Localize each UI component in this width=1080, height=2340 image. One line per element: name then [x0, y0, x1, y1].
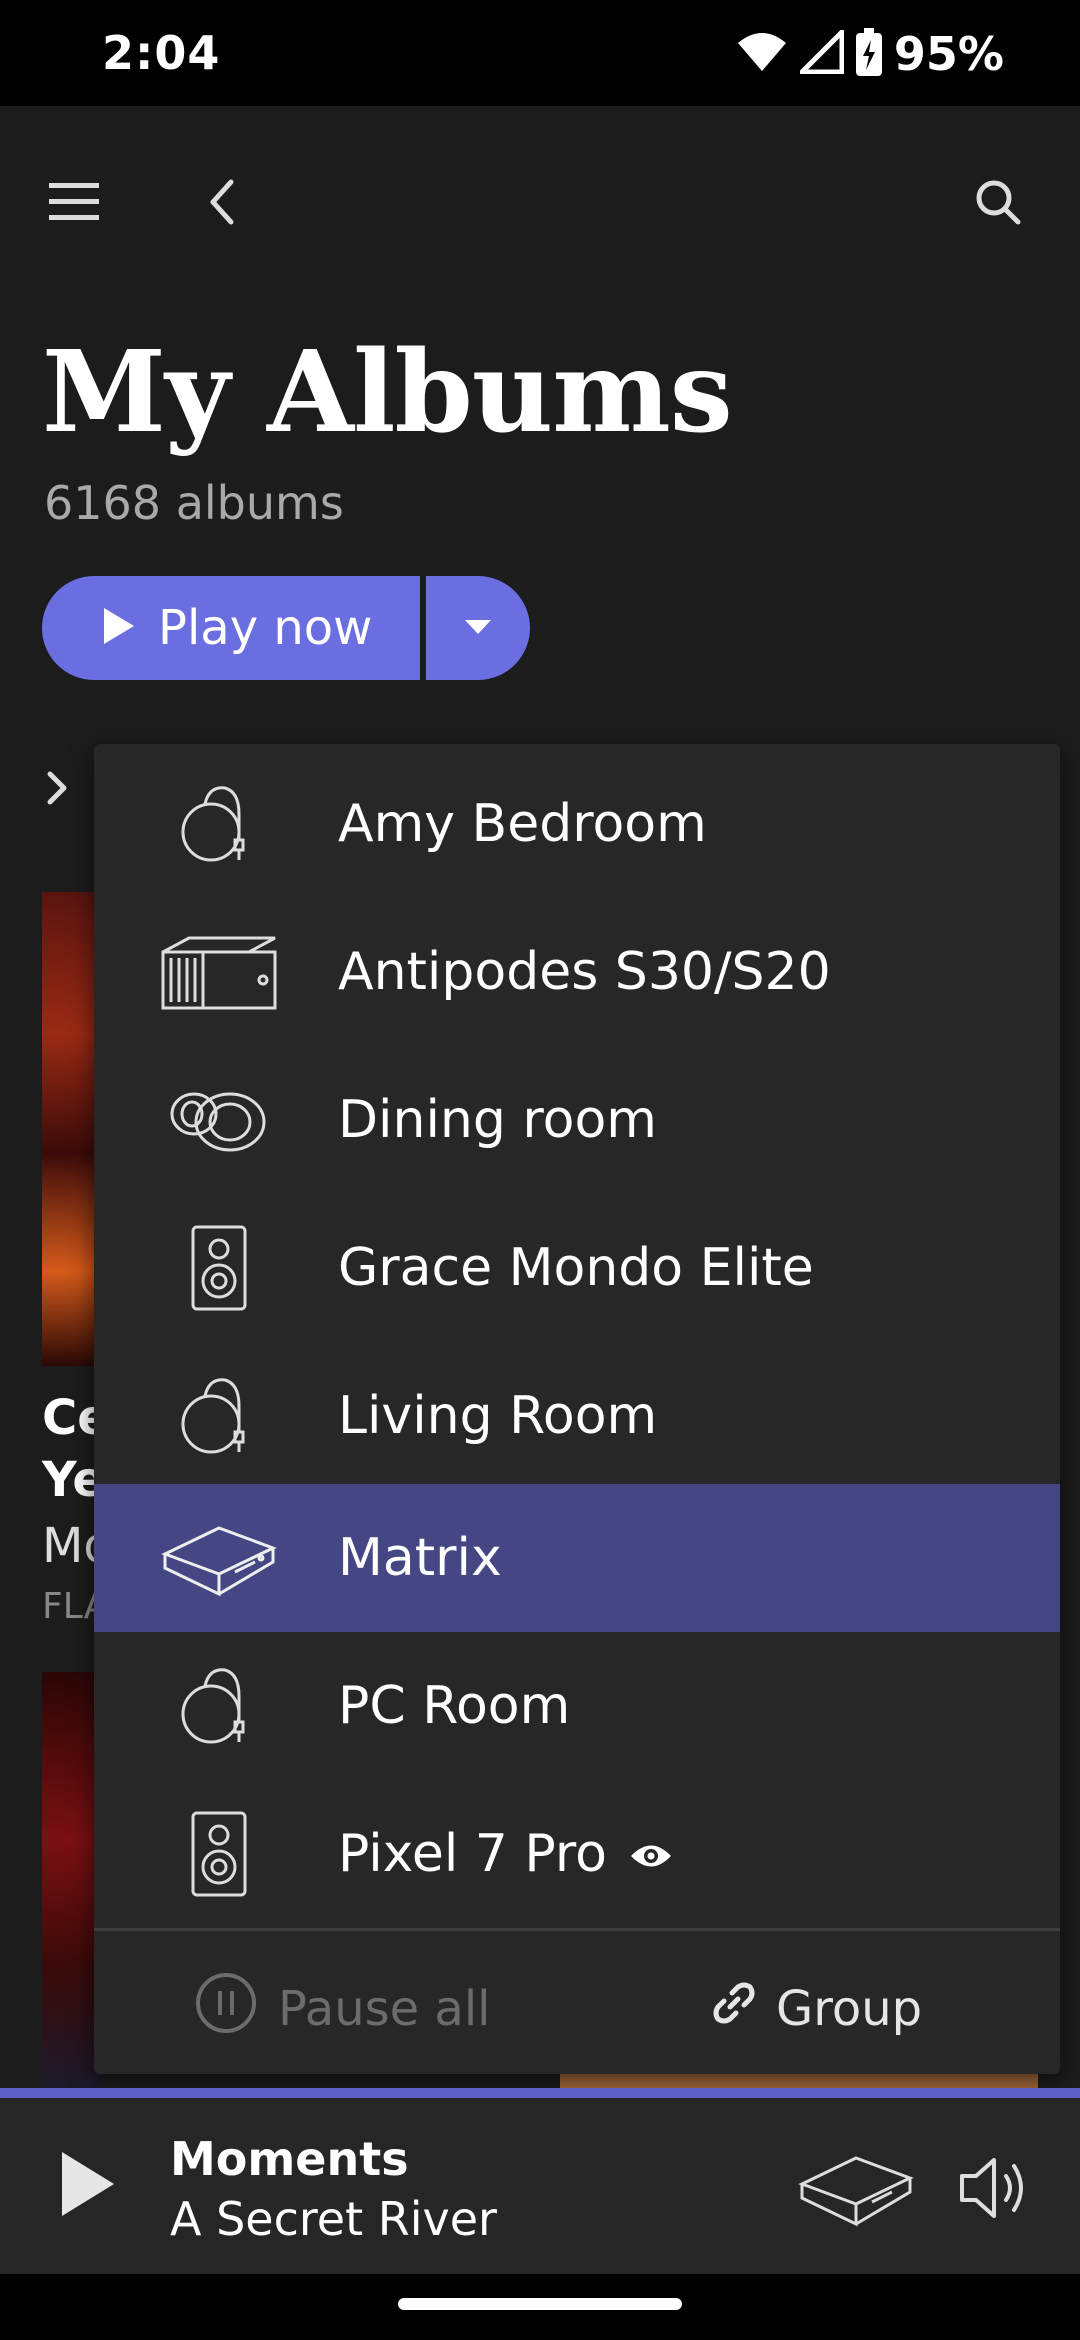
link-icon: [710, 1979, 758, 2039]
zone-label: Dining room: [338, 1090, 657, 1150]
status-icons: 95%: [736, 26, 1004, 82]
zone-label: PC Room: [338, 1676, 571, 1736]
group-label: Group: [776, 1981, 923, 2037]
track-title: Moments: [170, 2132, 409, 2186]
top-toolbar: [0, 106, 1080, 276]
album-count: 6168 albums: [44, 476, 344, 530]
battery-charging-icon: [855, 28, 882, 80]
play-icon[interactable]: [48, 2142, 124, 2230]
zone-label: Amy Bedroom: [338, 794, 707, 854]
status-time: 2:04: [102, 26, 221, 80]
play-now-button[interactable]: Play now: [42, 576, 420, 680]
zone-item-pc-room[interactable]: PC Room: [94, 1632, 1060, 1780]
bookshelf-speaker-icon: [156, 1804, 282, 1904]
pause-circle-icon: [194, 1971, 258, 2047]
album-cover[interactable]: [42, 1672, 102, 2092]
status-bar: 2:04 95%: [0, 0, 1080, 106]
now-playing-bar[interactable]: Moments A Secret River: [0, 2098, 1080, 2274]
battery-percentage: 95%: [893, 27, 1004, 81]
play-options-dropdown-button[interactable]: [426, 576, 530, 680]
oval-speaker-icon: [156, 1070, 282, 1170]
playback-progress-bar[interactable]: [0, 2088, 1080, 2098]
group-button[interactable]: Group: [710, 1964, 922, 2054]
round-speaker-icon: [156, 774, 282, 874]
streamer-device-icon: [156, 1508, 282, 1608]
zone-label: Antipodes S30/S20: [338, 942, 831, 1002]
wifi-icon: [736, 31, 788, 77]
round-speaker-icon: [156, 1366, 282, 1466]
search-icon[interactable]: [970, 166, 1026, 238]
zone-item-matrix[interactable]: Matrix: [94, 1484, 1060, 1632]
zone-item-amy-bedroom[interactable]: Amy Bedroom: [94, 750, 1060, 898]
round-speaker-icon: [156, 1656, 282, 1756]
menu-divider: [94, 1928, 1060, 1931]
pause-all-button[interactable]: Pause all: [194, 1964, 491, 2054]
zone-item-dining-room[interactable]: Dining room: [94, 1046, 1060, 1194]
zone-label: Pixel 7 Pro: [338, 1824, 673, 1884]
server-box-icon: [156, 922, 282, 1022]
chevron-right-icon[interactable]: [46, 770, 70, 810]
album-cover[interactable]: [42, 892, 102, 1366]
pause-all-label: Pause all: [278, 1981, 491, 2037]
bookshelf-speaker-icon: [156, 1218, 282, 1318]
play-now-label: Play now: [158, 600, 373, 656]
zone-item-grace-mondo-elite[interactable]: Grace Mondo Elite: [94, 1194, 1060, 1342]
play-icon: [102, 606, 136, 650]
hamburger-menu-icon[interactable]: [44, 166, 104, 238]
zone-item-pixel-7-pro[interactable]: Pixel 7 Pro: [94, 1780, 1060, 1928]
signal-icon: [799, 29, 845, 78]
caret-down-icon: [465, 619, 491, 638]
track-artist: A Secret River: [170, 2192, 497, 2246]
gesture-nav-bar: [0, 2274, 1080, 2340]
home-handle[interactable]: [398, 2298, 682, 2310]
page-title: My Albums: [42, 327, 733, 458]
zone-label: Grace Mondo Elite: [338, 1238, 814, 1298]
zone-item-living-room[interactable]: Living Room: [94, 1342, 1060, 1490]
zone-item-antipodes[interactable]: Antipodes S30/S20: [94, 898, 1060, 1046]
zone-label: Living Room: [338, 1386, 658, 1446]
streamer-device-icon[interactable]: [798, 2148, 914, 2232]
zone-picker-menu: Amy Bedroom Antipodes S30/S20 Dining roo…: [94, 744, 1060, 2074]
back-arrow-icon[interactable]: [196, 166, 248, 238]
zone-label: Matrix: [338, 1528, 502, 1588]
volume-icon[interactable]: [956, 2148, 1036, 2232]
eye-icon: [629, 1824, 673, 1884]
